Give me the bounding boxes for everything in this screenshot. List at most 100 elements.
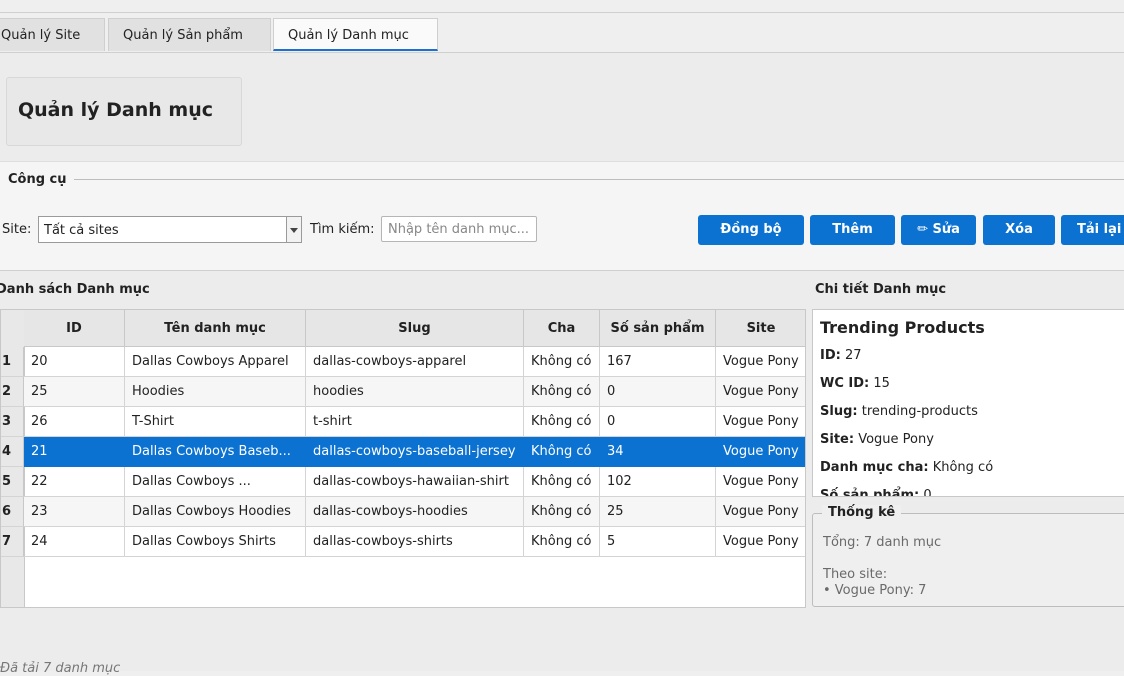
column-header-site[interactable]: Site xyxy=(716,310,805,347)
cell-id[interactable]: 25 xyxy=(24,377,125,407)
cell-product-count[interactable]: 34 xyxy=(600,437,716,467)
column-header-product-count[interactable]: Số sản phẩm xyxy=(600,310,716,347)
cell-product-count[interactable]: 0 xyxy=(600,377,716,407)
category-list-title: Danh sách Danh mục xyxy=(0,282,150,297)
add-button[interactable]: Thêm xyxy=(810,215,895,245)
cell-name[interactable]: Dallas Cowboys Hoodies xyxy=(125,497,306,527)
cell-slug[interactable]: hoodies xyxy=(306,377,524,407)
cell-site[interactable]: Vogue Pony xyxy=(716,407,805,437)
cell-parent[interactable]: Không có xyxy=(524,347,600,377)
page-title: Quản lý Danh mục xyxy=(18,99,214,121)
edit-button[interactable]: ✏ Sửa xyxy=(901,215,976,245)
cell-parent[interactable]: Không có xyxy=(524,407,600,437)
row-number[interactable]: 5 xyxy=(1,467,24,497)
tools-group-label: Công cụ xyxy=(8,172,73,187)
site-filter-select[interactable]: Tất cả sites xyxy=(38,216,302,243)
column-header-id[interactable]: ID xyxy=(24,310,125,347)
cell-slug[interactable]: dallas-cowboys-apparel xyxy=(306,347,524,377)
cell-parent[interactable]: Không có xyxy=(524,437,600,467)
cell-site[interactable]: Vogue Pony xyxy=(716,467,805,497)
sync-button[interactable]: Đồng bộ xyxy=(698,215,804,245)
cell-site[interactable]: Vogue Pony xyxy=(716,527,805,557)
cell-slug[interactable]: dallas-cowboys-baseball-jersey xyxy=(306,437,524,467)
cell-slug[interactable]: dallas-cowboys-hoodies xyxy=(306,497,524,527)
cell-site[interactable]: Vogue Pony xyxy=(716,347,805,377)
cell-parent[interactable]: Không có xyxy=(524,527,600,557)
detail-value: 15 xyxy=(873,376,890,391)
detail-label: Số sản phẩm: xyxy=(820,488,920,497)
cell-site[interactable]: Vogue Pony xyxy=(716,437,805,467)
chevron-down-icon[interactable] xyxy=(286,217,301,242)
cell-id[interactable]: 23 xyxy=(24,497,125,527)
detail-field-id: ID: 27 xyxy=(820,348,862,363)
menu-strip xyxy=(0,0,1124,13)
cell-product-count[interactable]: 25 xyxy=(600,497,716,527)
stats-by-site-item: • Vogue Pony: 7 xyxy=(823,583,927,598)
delete-button[interactable]: Xóa xyxy=(983,215,1055,245)
cell-id[interactable]: 22 xyxy=(24,467,125,497)
row-number[interactable]: 2 xyxy=(1,377,24,407)
table-row[interactable]: 6 23 Dallas Cowboys Hoodies dallas-cowbo… xyxy=(1,497,805,527)
detail-field-product-count: Số sản phẩm: 0 xyxy=(820,488,932,497)
tab-site-management[interactable]: Quản lý Site xyxy=(0,18,105,51)
cell-slug[interactable]: t-shirt xyxy=(306,407,524,437)
tab-label: Quản lý Sản phẩm xyxy=(123,28,243,43)
cell-slug[interactable]: dallas-cowboys-hawaiian-shirt xyxy=(306,467,524,497)
cell-parent[interactable]: Không có xyxy=(524,377,600,407)
cell-id[interactable]: 21 xyxy=(24,437,125,467)
stats-by-site-label: Theo site: xyxy=(823,567,888,582)
category-table[interactable]: ID Tên danh mục Slug Cha Số sản phẩm Sit… xyxy=(0,309,806,608)
detail-value: 0 xyxy=(923,488,932,497)
cell-name[interactable]: Dallas Cowboys ... xyxy=(125,467,306,497)
cell-id[interactable]: 24 xyxy=(24,527,125,557)
row-number[interactable]: 6 xyxy=(1,497,24,527)
cell-name[interactable]: Hoodies xyxy=(125,377,306,407)
table-row[interactable]: 1 20 Dallas Cowboys Apparel dallas-cowbo… xyxy=(1,347,805,377)
row-number[interactable]: 1 xyxy=(1,347,24,377)
stats-total: Tổng: 7 danh mục xyxy=(823,535,942,550)
detail-value: Không có xyxy=(932,460,994,475)
search-label: Tìm kiếm: xyxy=(310,222,375,237)
table-row[interactable]: 3 26 T-Shirt t-shirt Không có 0 Vogue Po… xyxy=(1,407,805,437)
cell-name[interactable]: T-Shirt xyxy=(125,407,306,437)
detail-field-parent: Danh mục cha: Không có xyxy=(820,460,993,475)
table-row[interactable]: 2 25 Hoodies hoodies Không có 0 Vogue Po… xyxy=(1,377,805,407)
stats-group: Tổng: 7 danh mục Theo site: • Vogue Pony… xyxy=(812,513,1124,607)
row-number[interactable]: 4 xyxy=(1,437,24,467)
cell-site[interactable]: Vogue Pony xyxy=(716,377,805,407)
site-filter-label: Site: xyxy=(2,222,32,237)
category-detail-panel[interactable]: Trending Products ID: 27 WC ID: 15 Slug:… xyxy=(812,309,1124,497)
cell-product-count[interactable]: 102 xyxy=(600,467,716,497)
search-input[interactable] xyxy=(381,216,537,242)
tab-category-management[interactable]: Quản lý Danh mục xyxy=(273,18,438,51)
column-header-name[interactable]: Tên danh mục xyxy=(125,310,306,347)
cell-product-count[interactable]: 167 xyxy=(600,347,716,377)
table-corner[interactable] xyxy=(1,310,25,348)
detail-value: trending-products xyxy=(861,404,978,419)
cell-name[interactable]: Dallas Cowboys Baseb... xyxy=(125,437,306,467)
cell-slug[interactable]: dallas-cowboys-shirts xyxy=(306,527,524,557)
cell-product-count[interactable]: 5 xyxy=(600,527,716,557)
detail-label: ID: xyxy=(820,348,841,363)
cell-parent[interactable]: Không có xyxy=(524,497,600,527)
page-title-card: Quản lý Danh mục xyxy=(6,77,242,146)
cell-id[interactable]: 20 xyxy=(24,347,125,377)
column-header-slug[interactable]: Slug xyxy=(306,310,524,347)
cell-product-count[interactable]: 0 xyxy=(600,407,716,437)
table-row-selected[interactable]: 4 21 Dallas Cowboys Baseb... dallas-cowb… xyxy=(1,437,805,467)
tab-product-management[interactable]: Quản lý Sản phẩm xyxy=(108,18,271,51)
row-number[interactable]: 7 xyxy=(1,527,24,557)
tab-label: Quản lý Site xyxy=(1,28,81,43)
cell-name[interactable]: Dallas Cowboys Shirts xyxy=(125,527,306,557)
reload-button[interactable]: Tải lại xyxy=(1061,215,1124,245)
table-row[interactable]: 7 24 Dallas Cowboys Shirts dallas-cowboy… xyxy=(1,527,805,557)
cell-parent[interactable]: Không có xyxy=(524,467,600,497)
cell-name[interactable]: Dallas Cowboys Apparel xyxy=(125,347,306,377)
cell-id[interactable]: 26 xyxy=(24,407,125,437)
cell-site[interactable]: Vogue Pony xyxy=(716,497,805,527)
tab-bar: Quản lý Site Quản lý Sản phẩm Quản lý Da… xyxy=(0,13,1124,53)
row-number[interactable]: 3 xyxy=(1,407,24,437)
column-header-parent[interactable]: Cha xyxy=(524,310,600,347)
table-row[interactable]: 5 22 Dallas Cowboys ... dallas-cowboys-h… xyxy=(1,467,805,497)
detail-field-wc-id: WC ID: 15 xyxy=(820,376,890,391)
